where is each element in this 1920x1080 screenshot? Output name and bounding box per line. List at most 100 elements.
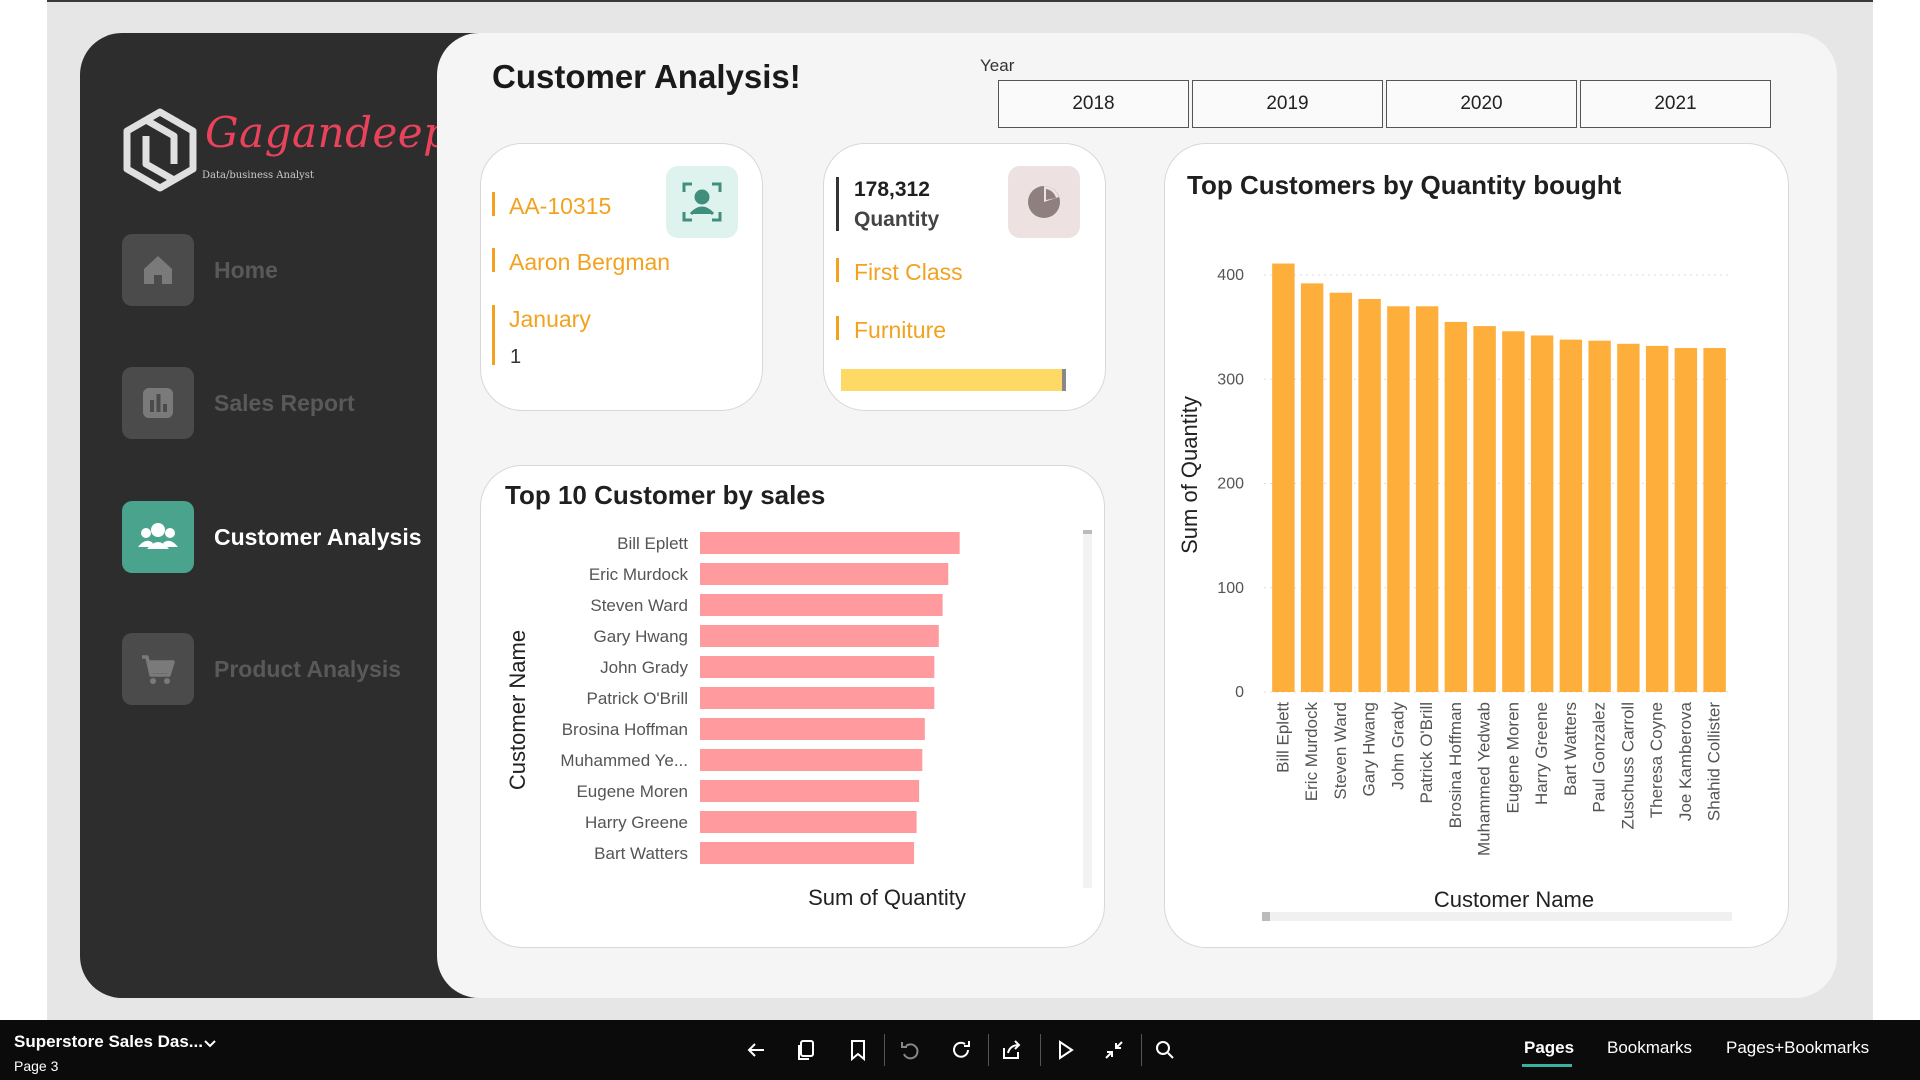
bookmark-icon[interactable] [844, 1036, 872, 1064]
qty-bar[interactable] [1415, 306, 1439, 692]
nav-product-analysis-label: Product Analysis [214, 655, 402, 682]
top10-category-label: Steven Ward [590, 596, 688, 615]
fullscreen-exit-icon[interactable] [1100, 1036, 1128, 1064]
year-option-2018[interactable]: 2018 [998, 80, 1189, 128]
qty-bar[interactable] [1444, 321, 1468, 692]
logo-word: Gagandeep [205, 108, 451, 157]
top10-chart: Bill Eplett Eric Murdock Steven Ward Gary H… [505, 530, 1092, 910]
top10-ylabel: Customer Name [505, 630, 530, 790]
top10-category-label: Bill Eplett [617, 534, 688, 553]
top10-bar[interactable] [700, 656, 935, 678]
qty-y-tick: 0 [1235, 684, 1244, 701]
top10-category-label: Bart Watters [594, 844, 688, 863]
report-name[interactable]: Superstore Sales Das... [14, 1032, 203, 1052]
qty-category-label: Steven Ward [1331, 702, 1350, 800]
qty-bar[interactable] [1473, 326, 1496, 692]
tab-pages[interactable]: Pages [1524, 1038, 1574, 1058]
nav-customer-analysis-label: Customer Analysis [214, 523, 422, 550]
qty-scroll-thumb[interactable] [1262, 912, 1270, 921]
customer-value: 1 [510, 346, 522, 368]
home-icon [122, 234, 194, 306]
nav-home[interactable]: Home [122, 234, 452, 306]
top10-scroll-thumb[interactable] [1083, 530, 1092, 534]
qty-chart: 0 100 200 300 400 Bill Eplett Eric Murdock Ste… [1177, 263, 1732, 921]
tab-pages-bookmarks[interactable]: Pages+Bookmarks [1726, 1038, 1869, 1058]
top10-bar[interactable] [700, 532, 960, 554]
qty-bar[interactable] [1703, 347, 1726, 692]
qty-category-label: Muhammed Yedwab [1475, 702, 1494, 856]
qty-category-label: Eugene Moren [1503, 702, 1522, 814]
qty-bar[interactable] [1645, 345, 1669, 692]
nav-customer-analysis[interactable]: Customer Analysis [122, 501, 452, 573]
page-title: Customer Analysis! [492, 58, 801, 95]
nav-sales-report[interactable]: Sales Report [122, 367, 452, 439]
top10-bar[interactable] [700, 842, 915, 864]
qty-category-label: Joe Kamberova [1676, 701, 1695, 821]
users-icon [122, 501, 194, 573]
copy-icon[interactable] [792, 1036, 820, 1064]
top10-bar[interactable] [700, 780, 920, 802]
cart-icon [122, 633, 194, 705]
year-option-2019[interactable]: 2019 [1192, 80, 1383, 128]
chevron-down-icon[interactable] [202, 1036, 218, 1052]
refresh-icon[interactable] [947, 1036, 975, 1064]
toolbar-divider [988, 1034, 989, 1066]
year-option-2021[interactable]: 2021 [1580, 80, 1771, 128]
top10-bar[interactable] [700, 687, 935, 709]
customer-id: AA-10315 [509, 193, 612, 219]
search-icon[interactable] [1151, 1036, 1179, 1064]
ship-mode: First Class [854, 259, 963, 285]
qty-bar[interactable] [1502, 331, 1525, 692]
card-accent-bar [492, 192, 495, 216]
qty-category-label: Eric Murdock [1302, 702, 1321, 802]
qty-bar[interactable] [1559, 339, 1583, 692]
progress-target [1062, 369, 1066, 391]
top10-bar[interactable] [700, 749, 923, 771]
qty-y-tick: 400 [1217, 267, 1244, 284]
tab-pages-underline [1522, 1064, 1572, 1067]
quantity-label: Quantity [854, 208, 940, 231]
qty-scrollbar[interactable] [1262, 912, 1732, 921]
top10-category-label: Brosina Hoffman [562, 720, 688, 739]
user-scan-icon [666, 166, 738, 238]
qty-chart-title: Top Customers by Quantity bought [1187, 170, 1622, 200]
qty-bar[interactable] [1674, 347, 1698, 692]
top10-bar[interactable] [700, 594, 943, 616]
logo-subtitle: Data/business Analyst [202, 170, 314, 181]
year-slicer-label: Year [980, 56, 1015, 75]
top10-category-label: John Grady [600, 658, 688, 677]
qty-bar[interactable] [1272, 263, 1295, 692]
top10-scrollbar[interactable] [1083, 530, 1092, 888]
undo-icon[interactable] [896, 1036, 924, 1064]
year-option-2020[interactable]: 2020 [1386, 80, 1577, 128]
back-icon[interactable] [742, 1036, 770, 1064]
top10-bar[interactable] [700, 811, 917, 833]
play-icon[interactable] [1051, 1036, 1079, 1064]
qty-bar[interactable] [1300, 283, 1324, 692]
nav-product-analysis[interactable]: Product Analysis [122, 633, 452, 705]
top10-category-label: Harry Greene [585, 813, 688, 832]
top10-bar[interactable] [700, 625, 939, 647]
report-page: Page 3 [14, 1058, 59, 1074]
toolbar-divider [1141, 1034, 1142, 1066]
qty-bar[interactable] [1617, 343, 1640, 692]
tab-bookmarks[interactable]: Bookmarks [1607, 1038, 1692, 1058]
qty-category-label: Patrick O'Brill [1417, 702, 1436, 803]
card-accent-bar [492, 305, 495, 365]
qty-y-tick: 300 [1217, 371, 1244, 388]
nav-home-label: Home [214, 256, 278, 283]
top10-bar[interactable] [700, 563, 949, 585]
qty-bar[interactable] [1530, 335, 1554, 692]
bar-chart-icon [122, 367, 194, 439]
qty-xlabel: Customer Name [1434, 887, 1594, 912]
qty-bar[interactable] [1387, 306, 1410, 692]
qty-bar[interactable] [1329, 292, 1353, 692]
top10-category-label: Eugene Moren [576, 782, 688, 801]
qty-bar[interactable] [1588, 340, 1611, 692]
toolbar-divider [884, 1034, 885, 1066]
card-accent-bar [836, 316, 839, 340]
share-icon[interactable] [998, 1036, 1026, 1064]
qty-bar[interactable] [1358, 298, 1381, 692]
progress-fill [841, 369, 1062, 391]
top10-bar[interactable] [700, 718, 925, 740]
